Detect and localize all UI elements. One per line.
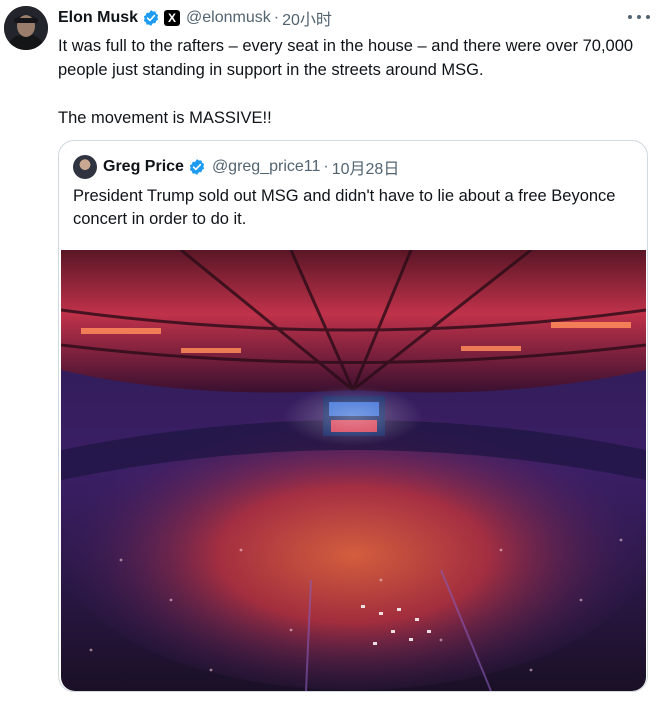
more-dot — [637, 15, 641, 19]
quoted-tweet-card[interactable]: Greg Price @greg_price11 · 10月28日 Presid… — [58, 140, 648, 692]
separator: · — [323, 158, 329, 175]
quoted-author-avatar[interactable] — [73, 155, 97, 179]
verified-badge-icon — [188, 158, 206, 176]
verified-badge-icon — [142, 9, 160, 27]
separator: · — [273, 9, 280, 26]
quoted-author-name[interactable]: Greg Price — [103, 158, 184, 176]
x-affiliation-icon[interactable]: X — [164, 10, 181, 26]
quoted-tweet-photo[interactable] — [61, 250, 646, 691]
tweet-time[interactable]: 20小时 — [282, 6, 332, 30]
tweet: Elon Musk X @elonmusk · 20小时 It was full… — [0, 0, 664, 701]
tweet-text: It was full to the rafters – every seat … — [58, 34, 650, 130]
author-avatar[interactable] — [4, 6, 48, 50]
quoted-author-handle[interactable]: @greg_price11 — [212, 158, 320, 176]
quoted-tweet-time[interactable]: 10月28日 — [332, 155, 400, 179]
author-handle[interactable]: @elonmusk — [186, 9, 271, 27]
tweet-paragraph: It was full to the rafters – every seat … — [58, 37, 634, 79]
more-dot — [628, 15, 632, 19]
tweet-body: Elon Musk X @elonmusk · 20小时 It was full… — [58, 6, 650, 130]
more-horizontal-icon[interactable] — [628, 10, 650, 24]
arena-photo — [61, 250, 646, 691]
quoted-tweet-text: President Trump sold out MSG and didn't … — [73, 187, 616, 228]
tweet-header: Elon Musk X @elonmusk · 20小时 — [58, 6, 650, 30]
more-dot — [646, 15, 650, 19]
tweet-paragraph: The movement is MASSIVE!! — [58, 109, 272, 127]
quoted-tweet-header: Greg Price @greg_price11 · 10月28日 — [73, 155, 399, 179]
author-name[interactable]: Elon Musk — [58, 9, 138, 27]
